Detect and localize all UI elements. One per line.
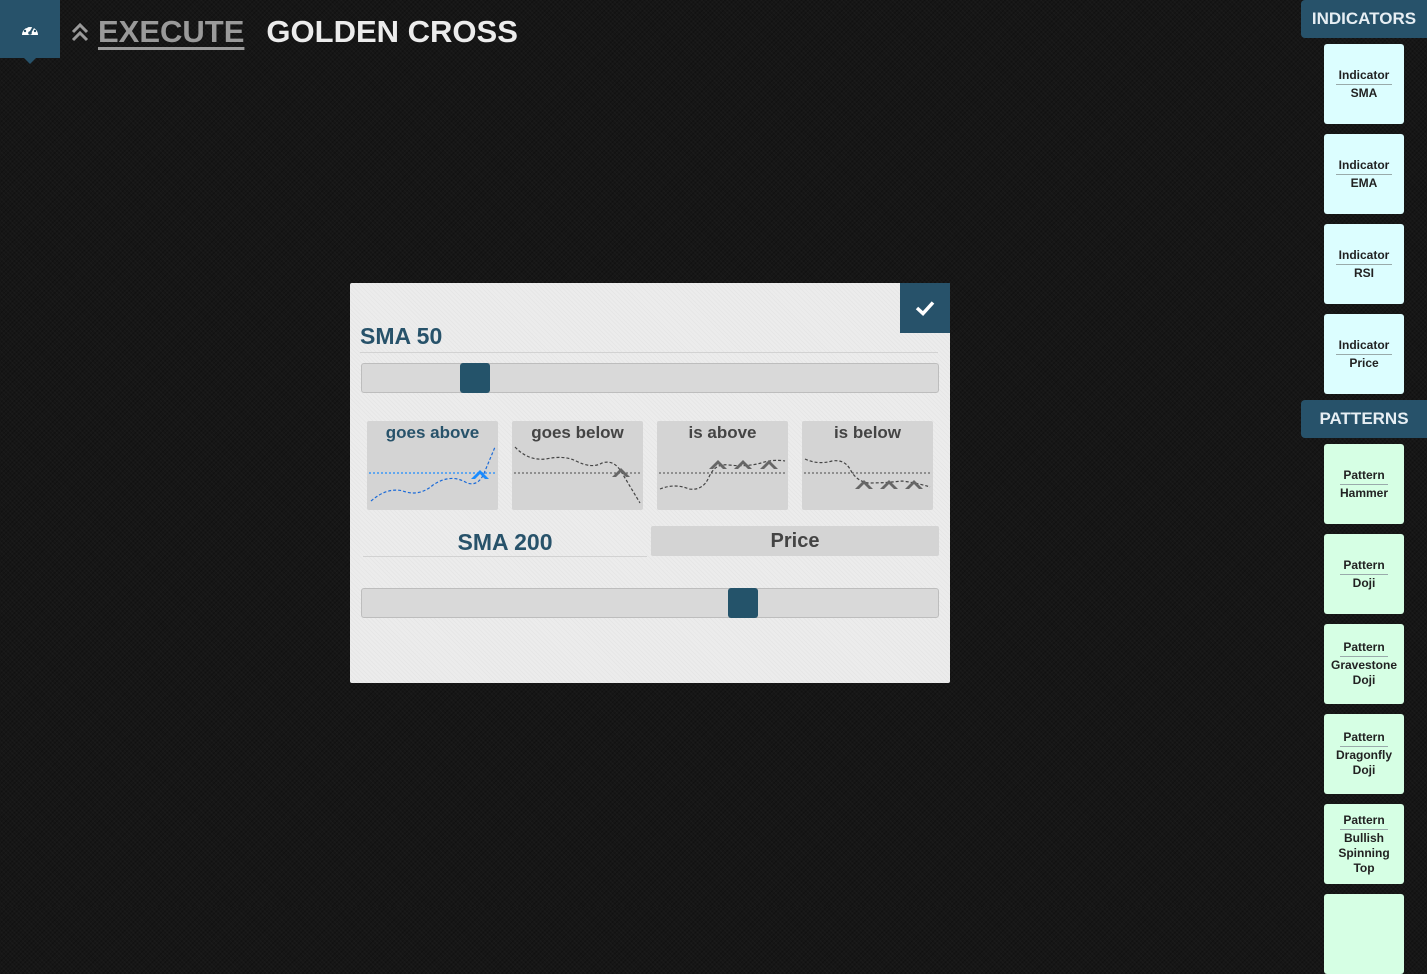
tile-kind-label: Pattern — [1340, 468, 1388, 485]
indicators-header: INDICATORS — [1301, 0, 1427, 38]
tile-name-label: Bullish Spinning Top — [1338, 830, 1390, 875]
double-chevron-up-icon[interactable] — [70, 20, 90, 44]
tile-pattern-dragonfly-doji[interactable]: Pattern Dragonfly Doji — [1324, 714, 1404, 794]
tile-indicator-price[interactable]: Indicator Price — [1324, 314, 1404, 394]
condition-label: goes above — [385, 423, 480, 442]
tile-kind-label: Indicator — [1335, 248, 1393, 265]
tile-indicator-sma[interactable]: Indicator SMA — [1324, 44, 1404, 124]
tile-name-label: SMA — [1350, 85, 1378, 100]
target-sma-200[interactable]: SMA 200 — [363, 527, 647, 557]
indicator-title: SMA 50 — [360, 323, 938, 353]
condition-editor-panel: SMA 50 goes above goes below is above is… — [350, 283, 950, 683]
strategy-title: GOLDEN CROSS — [266, 14, 518, 49]
dashboard-gauge-icon — [22, 24, 38, 35]
dashboard-button[interactable] — [0, 0, 60, 64]
condition-label: is below — [833, 423, 902, 442]
condition-label: goes below — [531, 423, 624, 442]
tile-pattern-gravestone-doji[interactable]: Pattern Gravestone Doji — [1324, 624, 1404, 704]
header: EXECUTE GOLDEN CROSS — [70, 12, 518, 52]
tile-kind-label: Pattern — [1340, 558, 1388, 575]
tile-name-label: Price — [1349, 355, 1379, 370]
tile-name-label: EMA — [1350, 175, 1378, 190]
tile-name-label: Doji — [1352, 575, 1376, 590]
tile-name-label: Gravestone Doji — [1330, 658, 1398, 687]
period-slider-handle[interactable] — [460, 363, 490, 393]
tile-pattern-bullish-spinning-top[interactable]: Pattern Bullish Spinning Top — [1324, 804, 1404, 884]
tile-pattern-partial[interactable] — [1324, 894, 1404, 974]
condition-is-below[interactable]: is below — [802, 421, 933, 510]
tile-kind-label: Indicator — [1335, 338, 1393, 355]
condition-is-above[interactable]: is above — [657, 421, 788, 510]
tile-kind-label: Pattern — [1340, 813, 1388, 830]
tile-name-label: RSI — [1353, 265, 1374, 280]
tile-kind-label: Indicator — [1335, 68, 1393, 85]
condition-goes-above[interactable]: goes above — [367, 421, 498, 510]
period-slider[interactable] — [361, 363, 939, 393]
tile-indicator-ema[interactable]: Indicator EMA — [1324, 134, 1404, 214]
target-period-slider[interactable] — [361, 588, 939, 618]
check-icon — [915, 301, 935, 316]
tile-kind-label: Indicator — [1335, 158, 1393, 175]
tile-kind-label: Pattern — [1340, 640, 1388, 657]
tile-indicator-rsi[interactable]: Indicator RSI — [1324, 224, 1404, 304]
execute-link[interactable]: EXECUTE — [98, 14, 244, 50]
sidebar: INDICATORS Indicator SMA Indicator EMA I… — [1301, 0, 1427, 974]
condition-goes-below[interactable]: goes below — [512, 421, 643, 510]
tile-kind-label: Pattern — [1340, 730, 1388, 747]
patterns-header: PATTERNS — [1301, 400, 1427, 438]
target-price[interactable]: Price — [651, 526, 939, 556]
target-period-slider-handle[interactable] — [728, 588, 758, 618]
tile-pattern-hammer[interactable]: Pattern Hammer — [1324, 444, 1404, 524]
tile-name-label: Hammer — [1339, 485, 1389, 500]
tile-name-label: Dragonfly Doji — [1335, 748, 1392, 777]
tile-pattern-doji[interactable]: Pattern Doji — [1324, 534, 1404, 614]
condition-label: is above — [688, 423, 757, 442]
